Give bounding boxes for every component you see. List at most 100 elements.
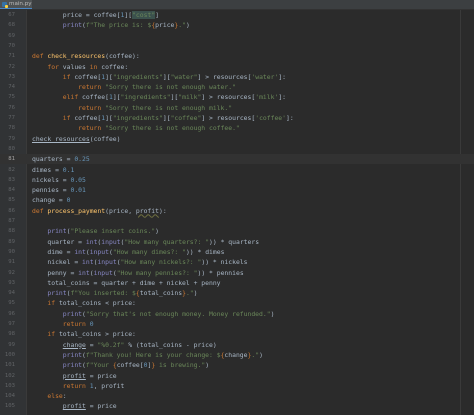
code-token: "ingredients" [120,93,171,102]
line-number: 93 [8,279,15,286]
line-number: 96 [8,310,15,317]
line-number: 88 [8,228,15,235]
code-text: dimes = 0.1 [32,165,474,175]
code-line[interactable]: 67 price = coffee[1]["cost"] [0,10,474,20]
code-line[interactable]: 85 change = 0 [0,195,474,205]
code-line[interactable]: 78 return "Sorry there is not enough cof… [0,123,474,133]
editor-tab-bar: main.py [0,0,474,10]
code-line[interactable]: 94 print(f"You inserted: ${total_coins}.… [0,288,474,298]
code-token: "How many nickels?: " [120,258,202,267]
code-token: ." [178,21,186,30]
code-text-area[interactable]: 67 price = coffee[1]["cost"] 68 print(f"T… [0,10,474,415]
code-token: int [82,258,94,267]
code-token: 'milk' [255,93,279,102]
code-token: change [224,350,248,359]
code-token: "Sorry there is not enough milk." [105,103,233,112]
line-number: 86 [8,207,15,214]
code-line[interactable]: 75 elif coffee[1]["ingredients"]["milk"]… [0,92,474,102]
code-line[interactable]: 77 if coffee[1]["ingredients"]["coffee"]… [0,113,474,123]
code-token: coffee: [101,62,129,71]
code-line[interactable]: 90 dime = int(input("How many dimes?: ")… [0,247,474,257]
code-token: return [78,103,106,112]
code-line[interactable]: 101 print(f"Your {coffee[0]} is brewing.… [0,360,474,370]
code-line[interactable]: 73 if coffee[1]["ingredients"]["water"] … [0,72,474,82]
code-text: change = 0 [32,195,474,205]
code-line[interactable]: 105 profit = price [0,401,474,411]
line-number: 79 [8,135,15,142]
code-line[interactable]: 88 print("Please insert coins.") [0,226,474,236]
code-line[interactable]: 92 penny = int(input("How many pennies?:… [0,268,474,278]
code-token: ) [155,227,160,236]
line-number: 101 [4,362,15,369]
code-text: for values in coffee: [32,62,474,72]
code-text: if coffee[1]["ingredients"]["coffee"] > … [32,113,474,123]
code-token: ] > resources[ [197,72,252,81]
code-line[interactable]: 102 profit = price [0,371,474,381]
code-token: print [47,227,67,236]
code-line[interactable]: 70 [0,41,474,51]
code-token: f"The price is: $ [85,21,152,30]
code-line[interactable]: 103 return 1, profit [0,381,474,391]
code-line[interactable]: 93 total_coins = quarter + dime + nickel… [0,278,474,288]
code-line[interactable]: 69 [0,31,474,41]
code-line[interactable]: 104 else: [0,391,474,401]
code-token: profit [62,371,86,380]
code-line[interactable]: 71 def check_resources(coffee): [0,51,474,61]
code-text: print(f"Your {coffee[0]} is brewing.") [32,360,474,370]
code-line[interactable]: 100 print(f"Thank you! Here is your chan… [0,350,474,360]
code-token: print [62,309,83,318]
code-token: if [62,114,75,122]
code-text: print(f"The price is: ${price}.") [32,20,474,30]
line-number: 103 [4,382,15,389]
code-token: ][ [105,114,113,122]
code-line[interactable]: 91 nickel = int(input("How many nickels?… [0,257,474,267]
code-line[interactable]: 97 return 0 [0,319,474,329]
code-token: (price, [105,206,136,215]
code-token: 0 [89,320,94,328]
code-token: coffee[ [116,361,144,370]
code-line[interactable]: 83 nickels = 0.05 [0,175,474,185]
code-line[interactable]: 82 dimes = 0.1 [0,165,474,175]
line-number: 84 [8,187,15,194]
code-token: input [101,237,121,246]
code-line[interactable]: 79 check_resources(coffee) [0,134,474,144]
code-text: profit = price [32,401,474,411]
code-line[interactable]: 95 if total_coins < price: [0,298,474,308]
code-line[interactable]: 86 def process_payment(price, profit): [0,206,474,216]
code-token: "milk" [178,93,202,102]
code-line[interactable]: 96 print("Sorry that's not enough money.… [0,309,474,319]
code-line[interactable]: 72 for values in coffee: [0,62,474,72]
code-token: for [47,62,63,71]
code-line[interactable]: 89 quarter = int(input("How many quarter… [0,237,474,247]
code-line[interactable]: 87 [0,216,474,226]
code-token: print [62,350,83,359]
code-token: ): [158,206,167,215]
code-line[interactable]: 98 if total_coins > price: [0,329,474,339]
code-line[interactable]: 68 print(f"The price is: ${price}.") [0,20,474,30]
code-line[interactable]: 74 return "Sorry there is not enough wat… [0,82,474,92]
code-line[interactable]: 80 [0,144,474,154]
code-text: return "Sorry there is not enough water.… [32,82,474,92]
code-line[interactable]: 99 change = "%0.2f" % (total_coins - pri… [0,340,474,350]
code-token: nickels = [32,175,71,184]
code-line[interactable]: 81 quarters = 0.25 [0,154,474,165]
tab-main-py[interactable]: main.py [0,0,32,9]
line-number: 71 [8,53,15,60]
code-token: input [93,268,113,277]
code-token: 'water' [251,72,279,81]
code-token: ) [193,289,198,298]
line-number: 81 [8,156,15,163]
code-line[interactable]: 84 pennies = 0.01 [0,185,474,195]
code-token: , profit [93,381,125,390]
code-token: dime = [47,247,75,256]
code-token: )) * nickels [201,258,248,267]
code-text: dime = int(input("How many dimes?: ")) *… [32,247,474,257]
code-token: "Sorry there is not enough water." [105,83,236,92]
code-line[interactable]: 76 return "Sorry there is not enough mil… [0,103,474,113]
